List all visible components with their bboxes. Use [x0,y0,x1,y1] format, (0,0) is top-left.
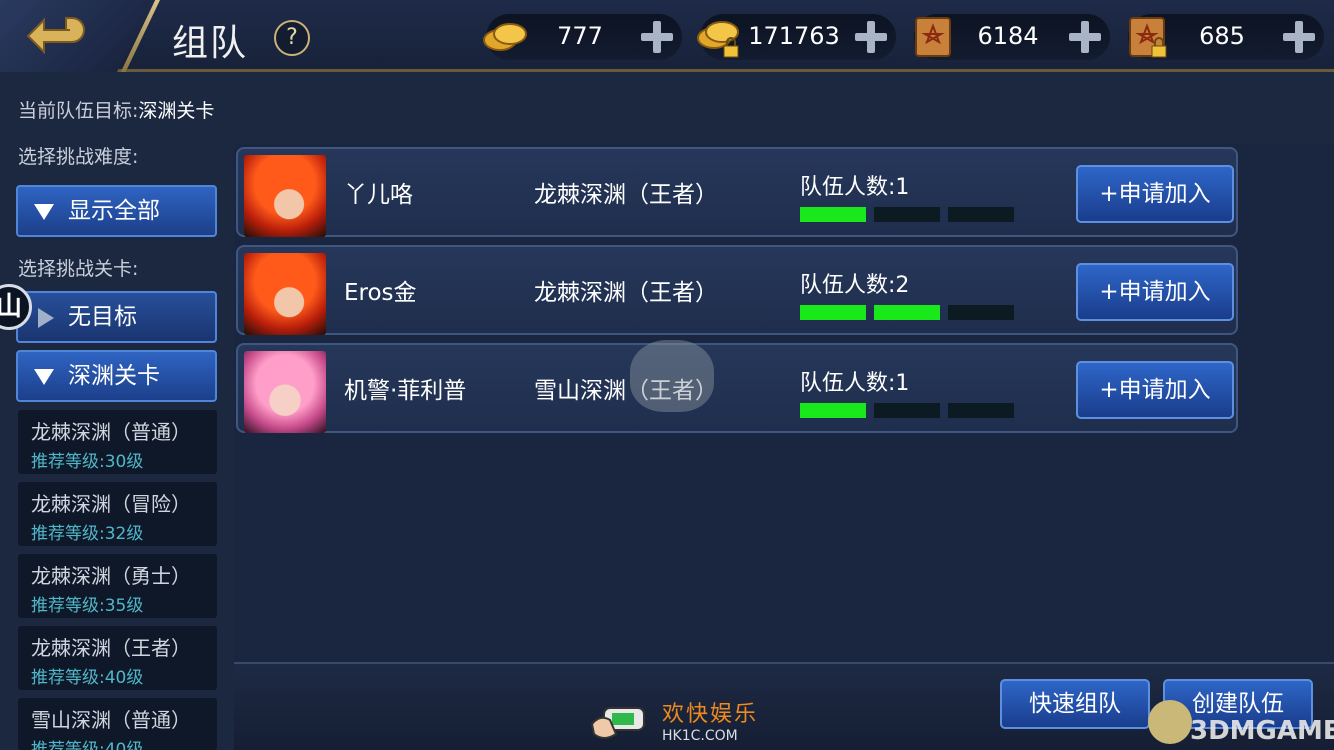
quick-team-button[interactable]: 快速组队 [1000,679,1150,729]
bound-scroll-value: 685 [1199,22,1245,50]
triangle-down-icon [34,369,54,385]
team-row: 机警·菲利普 雪山深渊（王者） 队伍人数:1 +申请加入 [236,343,1238,433]
player-avatar [244,155,326,237]
stage-name: 龙棘深渊（冒险） [31,492,191,516]
member-slot [948,403,1014,418]
bound-gold-value: 171763 [748,22,840,50]
abyss-stage-label: 深渊关卡 [68,363,160,389]
member-slot [800,207,866,222]
stage-item[interactable]: 雪山深渊（普通） 推荐等级:40级 [18,698,217,750]
team-count: 队伍人数:1 [800,175,910,200]
difficulty-label: 选择挑战难度: [18,146,139,168]
team-count: 队伍人数:2 [800,273,910,298]
difficulty-dropdown-label: 显示全部 [68,198,160,224]
triangle-right-icon [38,308,54,328]
watermark-brand: 欢快娱乐 [662,702,759,727]
no-target-button[interactable]: 无目标 [16,291,217,343]
add-bound-gold-button[interactable] [852,18,890,56]
member-slot [800,305,866,320]
apply-join-button[interactable]: +申请加入 [1076,361,1234,419]
scroll-value: 6184 [977,22,1039,50]
player-name: 机警·菲利普 [344,378,467,404]
triangle-down-icon [34,204,54,220]
player-avatar [244,351,326,433]
resource-gold: 777 [483,14,682,60]
locked-scroll-icon [1129,17,1167,58]
player-name: Eros金 [344,280,417,306]
stage-name: 龙棘深渊（王者） [31,636,191,660]
resource-scroll: 6184 [914,14,1110,60]
member-slot [874,403,940,418]
stage-item[interactable]: 龙棘深渊（冒险） 推荐等级:32级 [18,482,217,546]
difficulty-dropdown[interactable]: 显示全部 [16,185,217,237]
player-avatar [244,253,326,335]
stage-name: 雪山深渊（普通） [31,708,191,732]
scroll-icon [915,17,951,57]
stage-level: 推荐等级:32级 [31,524,144,544]
add-bound-scroll-button[interactable] [1280,18,1318,56]
team-count: 队伍人数:1 [800,371,910,396]
stage-level: 推荐等级:40级 [31,668,144,688]
locked-gold-icon [697,21,739,58]
resource-bound-gold: 171763 [697,14,896,60]
member-slot [800,403,866,418]
back-arrow-icon [26,17,85,55]
stage-name: 龙棘深渊（普通） [31,420,191,444]
team-row: 丫儿咯 龙棘深渊（王者） 队伍人数:1 +申请加入 [236,147,1238,237]
team-dungeon: 龙棘深渊（王者） [534,182,718,208]
add-gold-button[interactable] [638,18,676,56]
add-scroll-button[interactable] [1066,18,1104,56]
team-goal-value: 深渊关卡 [138,100,215,122]
abyss-stage-dropdown[interactable]: 深渊关卡 [16,350,217,402]
stage-item[interactable]: 龙棘深渊（普通） 推荐等级:30级 [18,410,217,474]
watermark-mascot [630,340,714,412]
member-slot [874,305,940,320]
apply-join-button[interactable]: +申请加入 [1076,263,1234,321]
stage-item[interactable]: 龙棘深渊（勇士） 推荐等级:35级 [18,554,217,618]
watermark-url: HK1C.COM [662,728,738,744]
gamepad-hand-icon [590,707,645,739]
team-dungeon: 龙棘深渊（王者） [534,280,718,306]
stage-label: 选择挑战关卡: [18,258,139,280]
resource-bound-scroll: 685 [1128,14,1324,60]
gold-coin-icon [483,23,527,51]
watermark-site: 3DMGAME [1190,716,1334,746]
stage-name: 龙棘深渊（勇士） [31,564,191,588]
team-goal-label: 当前队伍目标: [18,100,139,122]
member-slot [948,305,1014,320]
stage-item[interactable]: 龙棘深渊（王者） 推荐等级:40级 [18,626,217,690]
gold-value: 777 [557,22,603,50]
player-name: 丫儿咯 [344,182,413,208]
team-row: Eros金 龙棘深渊（王者） 队伍人数:2 +申请加入 [236,245,1238,335]
watermark-logo-icon [1148,700,1192,744]
member-slot [948,207,1014,222]
member-slot [874,207,940,222]
stage-level: 推荐等级:40级 [31,740,144,750]
team-goal: 当前队伍目标:深渊关卡 [18,96,214,123]
stage-level: 推荐等级:30级 [31,452,144,472]
apply-join-button[interactable]: +申请加入 [1076,165,1234,223]
stage-level: 推荐等级:35级 [31,596,144,616]
question-icon[interactable]: ? [274,20,310,56]
page-title: 组队 [172,23,249,64]
no-target-label: 无目标 [68,304,137,330]
